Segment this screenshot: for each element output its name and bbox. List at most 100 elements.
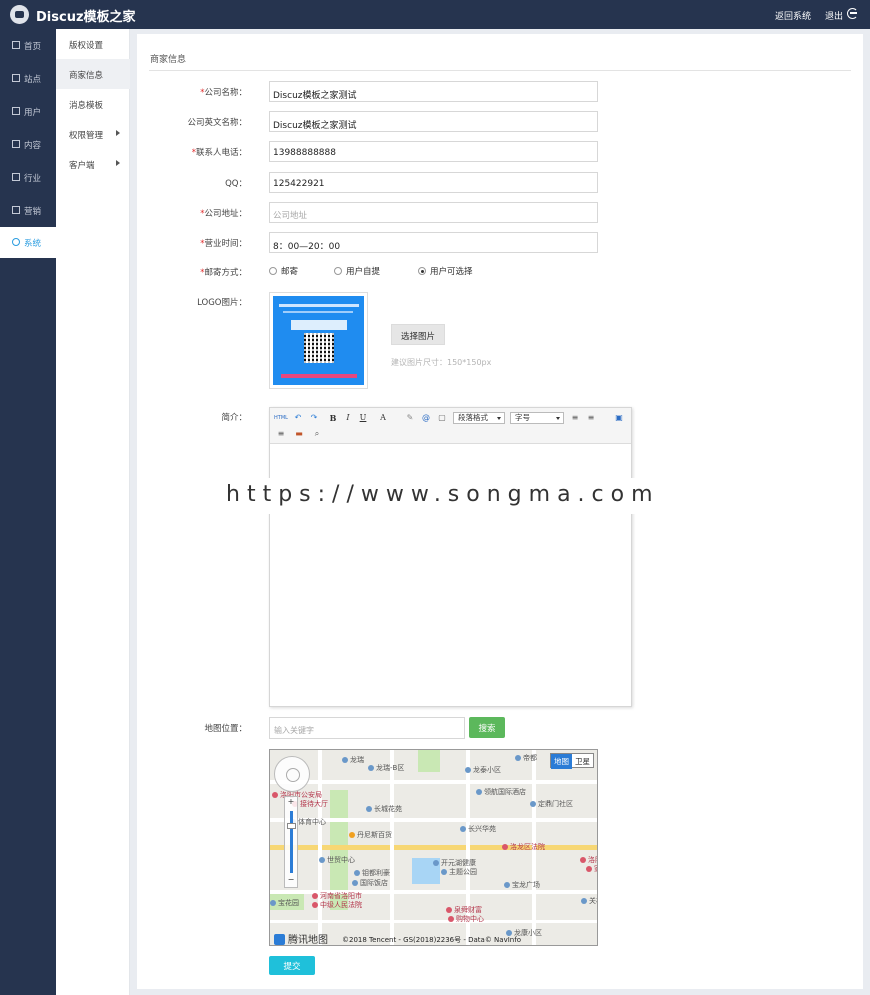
map-poi[interactable]: 长城花苑 — [366, 804, 402, 814]
map-poi[interactable]: 龙瑞-B区 — [368, 763, 404, 773]
subnav-item-message-template[interactable]: 消息模板 — [56, 89, 130, 119]
sidebar-item-system[interactable]: 系统 — [0, 227, 56, 258]
zoom-in-icon[interactable]: + — [285, 797, 297, 806]
sidebar-item-marketing[interactable]: 营销 — [0, 195, 56, 226]
logout-icon[interactable] — [847, 8, 858, 19]
editor-toolbar: HTML ↶ ↷ B I U A ✎ @ ▢ 段落格式 字号 ≡ ≡ ▣ ≡ ▬… — [270, 408, 631, 444]
map-poi[interactable]: 中级人民法院 — [312, 900, 362, 910]
subnav-item-copyright[interactable]: 版权设置 — [56, 29, 130, 59]
map-poi[interactable]: 帝都 — [515, 753, 537, 763]
sidebar-item-content[interactable]: 内容 — [0, 129, 56, 160]
subnav-item-permissions[interactable]: 权限管理 — [56, 119, 130, 149]
map-poi[interactable]: 关林 — [581, 896, 597, 906]
chevron-right-icon — [116, 130, 120, 136]
eraser-icon[interactable]: ✎ — [404, 412, 416, 424]
map-poi[interactable]: 龙泰小区 — [465, 765, 501, 775]
shipping-radio-user-choice[interactable]: 用户可选择 — [418, 265, 473, 277]
fullscreen-icon[interactable]: ▣ — [613, 412, 625, 424]
sidebar-item-home[interactable]: 首页 — [0, 30, 56, 61]
map-view[interactable]: 龙瑞 龙瑞-B区 龙泰小区 帝都 洛阳市公安局 接待大厅 领航国际酒店 定鼎门社… — [269, 749, 598, 946]
map-poi[interactable]: 洛龙区法院 — [502, 842, 545, 852]
map-search-input[interactable]: 输入关键字 — [269, 717, 465, 739]
font-size-select[interactable]: 字号 — [510, 412, 564, 424]
phone-label: *联系人电话： — [191, 148, 247, 158]
bold-button[interactable]: B — [327, 412, 339, 424]
map-copyright: ©2018 Tencent - GS(2018)2236号 - Data© Na… — [342, 936, 521, 944]
logo-icon — [10, 5, 29, 24]
sub-nav: 版权设置 商家信息 消息模板 权限管理 客户端 — [56, 29, 130, 995]
choose-image-button[interactable]: 选择图片 — [391, 324, 445, 345]
map-location-label: 地图位置： — [204, 724, 247, 734]
map-poi[interactable]: 龙瑞 — [342, 755, 364, 765]
sidebar-item-industry[interactable]: 行业 — [0, 162, 56, 193]
map-poi[interactable]: 宝花园 — [270, 898, 299, 908]
map-poi[interactable]: 定鼎门社区 — [530, 799, 573, 809]
map-poi[interactable]: 丹尼斯百货 — [349, 830, 392, 840]
logo-preview — [269, 292, 368, 389]
shipping-radio-mail[interactable]: 邮寄 — [269, 265, 298, 277]
map-poi[interactable]: 家园 — [586, 864, 597, 874]
sidebar-item-label: 系统 — [24, 239, 42, 249]
address-input[interactable]: 公司地址 — [269, 202, 598, 223]
main-sidebar: 首页 站点 用户 内容 行业 营销 系统 — [0, 29, 56, 995]
map-poi[interactable]: 钼都利豪 — [354, 868, 390, 878]
map-type-satellite[interactable]: 卫星 — [572, 754, 593, 769]
map-zoom-control[interactable]: + − — [284, 796, 298, 888]
back-to-system-link[interactable]: 返回系统 — [775, 9, 811, 22]
redo-icon[interactable]: ↷ — [308, 412, 320, 424]
content-icon — [12, 140, 20, 148]
phone-input[interactable]: 13988888888 — [269, 141, 598, 162]
watermark: https://www.songma.com — [226, 478, 660, 514]
map-poi[interactable]: 世贸中心 — [319, 855, 355, 865]
star-icon — [12, 173, 20, 181]
font-color-button[interactable]: A — [377, 412, 389, 424]
paragraph-format-select[interactable]: 段落格式 — [453, 412, 505, 424]
qr-code-icon — [304, 333, 334, 363]
home-icon — [12, 41, 20, 49]
undo-icon[interactable]: ↶ — [292, 412, 304, 424]
map-poi[interactable]: 领航国际酒店 — [476, 787, 526, 797]
shipping-label: *邮寄方式： — [200, 268, 247, 278]
italic-button[interactable]: I — [342, 412, 354, 424]
sidebar-item-label: 首页 — [24, 42, 42, 52]
map-search-button[interactable]: 搜索 — [469, 717, 505, 738]
search-replace-icon[interactable]: ⌕ — [311, 428, 323, 440]
subnav-item-merchant-info[interactable]: 商家信息 — [56, 59, 130, 89]
align-right-icon[interactable]: ≡ — [275, 428, 287, 440]
link-icon[interactable]: @ — [420, 412, 432, 424]
top-bar: Discuz模板之家 返回系统 退出 — [0, 0, 870, 29]
underline-button[interactable]: U — [357, 412, 369, 424]
align-left-icon[interactable]: ≡ — [569, 412, 581, 424]
sidebar-item-label: 营销 — [24, 207, 42, 217]
zoom-slider-handle[interactable] — [287, 823, 296, 829]
address-label: *公司地址： — [200, 209, 247, 219]
zoom-out-icon[interactable]: − — [285, 875, 297, 884]
subnav-item-client[interactable]: 客户端 — [56, 149, 130, 179]
sidebar-item-site[interactable]: 站点 — [0, 63, 56, 94]
align-center-icon[interactable]: ≡ — [585, 412, 597, 424]
shipping-radio-pickup[interactable]: 用户自提 — [334, 265, 380, 277]
sidebar-item-user[interactable]: 用户 — [0, 96, 56, 127]
subnav-item-label: 消息模板 — [69, 101, 104, 111]
company-name-input[interactable]: Discuz模板之家测试 — [269, 81, 598, 102]
map-poi[interactable]: 国际饭店 — [352, 878, 388, 888]
map-poi[interactable]: 长兴华苑 — [460, 824, 496, 834]
company-en-name-input[interactable]: Discuz模板之家测试 — [269, 111, 598, 132]
map-poi[interactable]: 购物中心 — [448, 914, 484, 924]
map-poi[interactable]: 宝龙广场 — [504, 880, 540, 890]
map-type-toggle[interactable]: 地图 卫星 — [550, 753, 594, 769]
image-icon[interactable]: ▬ — [293, 428, 305, 440]
map-poi[interactable]: 主题公园 — [441, 867, 477, 877]
logout-link[interactable]: 退出 — [825, 9, 843, 22]
html-source-button[interactable]: HTML — [274, 412, 288, 424]
map-type-map[interactable]: 地图 — [551, 754, 572, 769]
zoom-slider-track[interactable] — [290, 811, 293, 873]
logo-image — [273, 296, 364, 385]
subnav-item-label: 商家信息 — [69, 71, 104, 81]
qq-input[interactable]: 125422921 — [269, 172, 598, 193]
rich-text-editor[interactable]: HTML ↶ ↷ B I U A ✎ @ ▢ 段落格式 字号 ≡ ≡ ▣ ≡ ▬… — [269, 407, 632, 707]
document-icon[interactable]: ▢ — [436, 412, 448, 424]
map-pan-control[interactable] — [274, 756, 310, 792]
hours-input[interactable]: 8：00—20：00 — [269, 232, 598, 253]
submit-button[interactable]: 提交 — [269, 956, 315, 975]
